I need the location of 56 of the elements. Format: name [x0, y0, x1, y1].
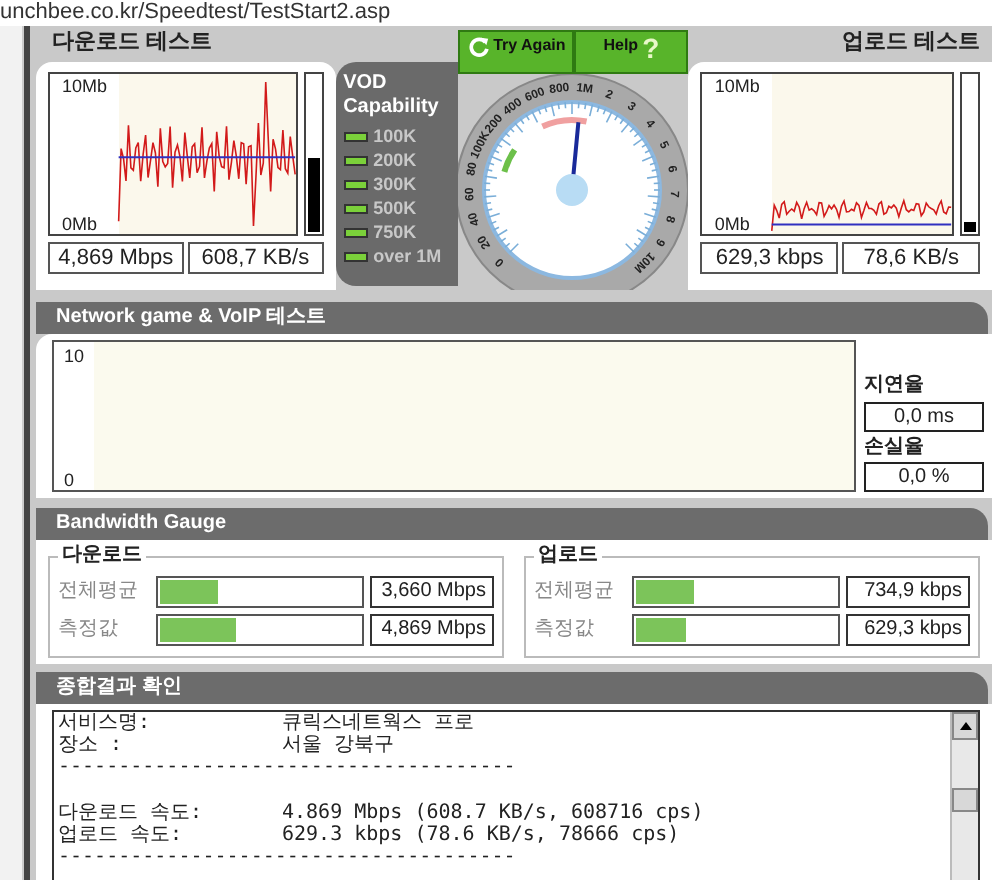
- readout-field: 78,6 KB/s: [842, 242, 981, 274]
- loss-label: 손실율: [864, 435, 926, 458]
- result-textarea[interactable]: 서비스명: 큐릭스네트웍스 프로 장소 : 서울 강북구 -------------------------------------- 다운로드 속도: 4.869 Mbps (608.7 KB/s, 608716 cps) 업로드 속도: 629.3 kbps (78.6 KB/s, 78666 cps) --------------------------------------: [52, 710, 980, 880]
- readout-field: 629,3 kbps: [700, 242, 839, 274]
- gauge-value: 629,3 kbps: [846, 614, 970, 646]
- latency-label: 지연율: [864, 374, 926, 397]
- try-again-button[interactable]: Try Again: [458, 30, 574, 74]
- gauge-value: 4,869 Mbps: [370, 614, 494, 646]
- dashed-rule: --------------------------------------: [58, 846, 516, 868]
- scrollbar[interactable]: [950, 712, 978, 880]
- gauge-label: 전체평균: [58, 580, 140, 604]
- result-label: 다운로드 속도:: [58, 802, 205, 824]
- vod-label: 200K: [373, 149, 417, 171]
- loss-field: 0,0 %: [864, 462, 984, 492]
- panel-title: 다운로드 테스트: [50, 30, 215, 58]
- axis-label: 0Mb: [62, 213, 98, 234]
- gauge-value: 3,660 Mbps: [370, 576, 494, 608]
- group-title: 업로드: [534, 544, 602, 567]
- gauge-label: 전체평균: [534, 580, 616, 604]
- gauge-label: 측정값: [534, 618, 596, 642]
- section-header: Network game & VoIP 테스트: [36, 302, 988, 334]
- readout-field: 608,7 KB/s: [187, 242, 324, 274]
- address-url[interactable]: unchbee.co.kr/Speedtest/TestStart2.asp: [0, 0, 391, 24]
- axis-label: 0: [64, 469, 75, 490]
- gauge-label: 측정값: [58, 618, 120, 642]
- vod-label: 750K: [373, 221, 417, 243]
- latency-field: 0,0 ms: [864, 401, 984, 431]
- gauge-value: 734,9 kbps: [846, 576, 970, 608]
- vod-label: 300K: [373, 173, 417, 195]
- panel-title: 업로드 테스트: [839, 30, 982, 58]
- vod-label: over 1M: [373, 245, 442, 267]
- scroll-thumb[interactable]: [952, 788, 978, 812]
- result-label: 서비스명:: [58, 712, 153, 734]
- refresh-icon: [467, 36, 490, 58]
- result-value: 4.869 Mbps (608.7 KB/s, 608716 cps): [282, 802, 704, 824]
- result-value: 서울 강북구: [282, 734, 395, 756]
- result-value: 629.3 kbps (78.6 KB/s, 78666 cps): [282, 824, 680, 846]
- vod-title: VOD Capability: [343, 72, 441, 118]
- readout-field: 4,869 Mbps: [48, 242, 184, 274]
- dashed-rule: --------------------------------------: [58, 756, 516, 778]
- group-title: 다운로드: [58, 544, 146, 567]
- scroll-up-button[interactable]: [952, 712, 978, 740]
- axis-label: 10Mb: [62, 76, 108, 97]
- vod-label: 500K: [373, 197, 417, 219]
- needle-hub: [556, 174, 589, 206]
- axis-label: 10: [64, 346, 85, 367]
- result-label: 업로드 속도:: [58, 824, 185, 846]
- result-label: 장소 :: [58, 734, 125, 756]
- axis-label: 0Mb: [714, 213, 750, 234]
- axis-label: 10Mb: [714, 76, 760, 97]
- up-arrow-icon: [959, 722, 971, 730]
- result-value: 큐릭스네트웍스 프로: [282, 712, 475, 734]
- vod-label: 100K: [373, 125, 417, 147]
- section-header: 종합결과 확인: [36, 672, 988, 704]
- help-icon: ?: [642, 36, 660, 60]
- section-header: Bandwidth Gauge: [36, 508, 988, 540]
